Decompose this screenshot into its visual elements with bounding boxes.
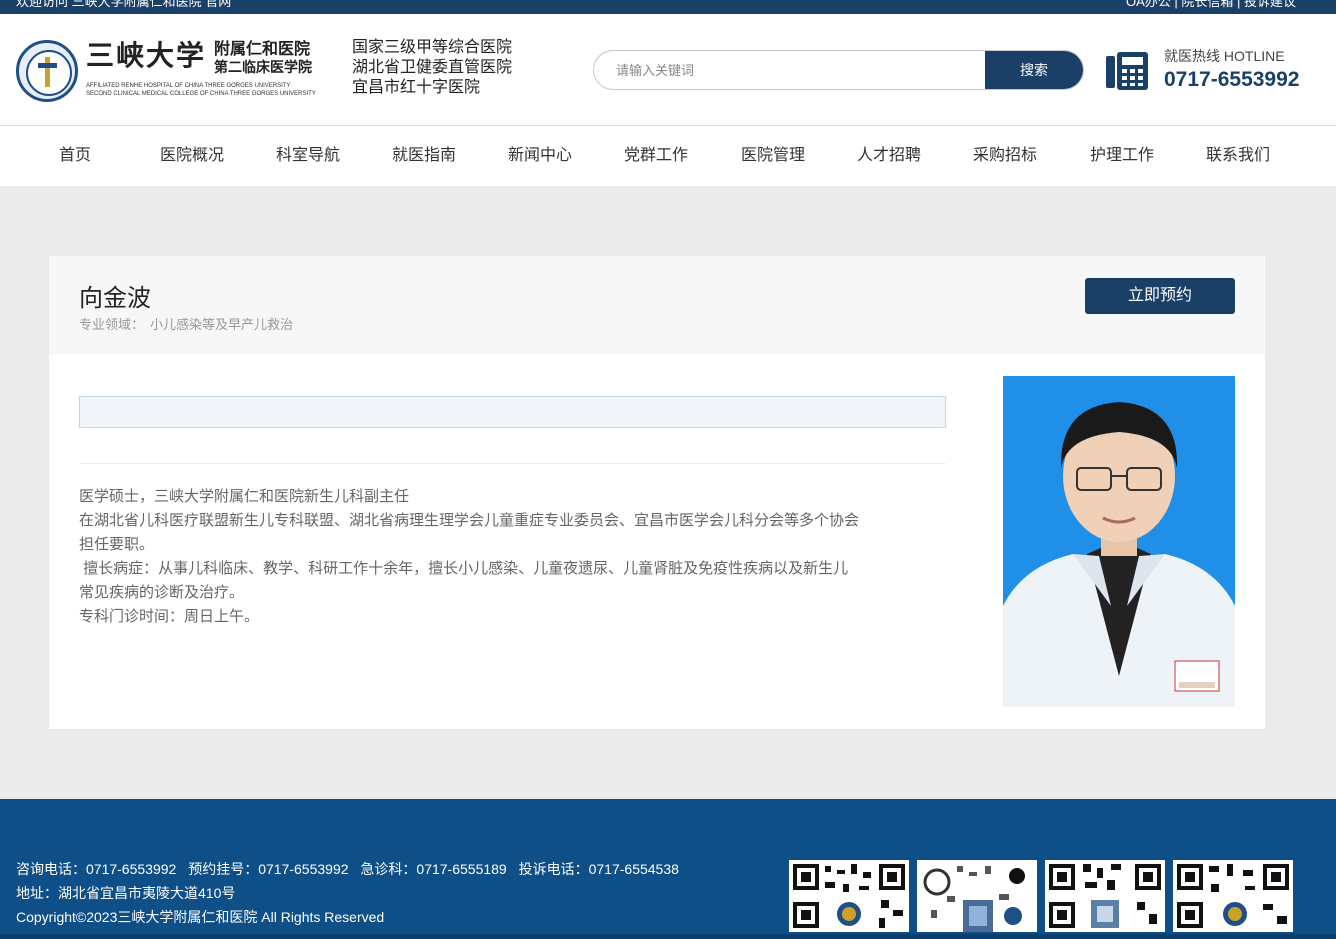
hospital-seal-icon [16, 40, 78, 102]
credential-1: 国家三级甲等综合医院 [352, 39, 513, 56]
douyin-qr-icon[interactable] [917, 860, 1037, 932]
schedule-bar [79, 396, 946, 428]
service-qr-icon[interactable] [1173, 860, 1293, 932]
bio-line: 医学硕士，三峡大学附属仁和医院新生儿科副主任 [79, 488, 410, 505]
hotline-number[interactable]: 0717-6553992 [1164, 68, 1299, 92]
appointment-phone: 预约挂号：0717-6553992 [188, 861, 349, 877]
main-nav: 首页 医院概况 科室导航 就医指南 新闻中心 党群工作 医院管理 人才招聘 采购… [0, 126, 1336, 186]
divider [79, 463, 946, 464]
hospital-credentials: 国家三级甲等综合医院 湖北省卫健委直管医院 宜昌市红十字医院 [352, 38, 512, 98]
logo-english-2: SECOND CLINICAL MEDICAL COLLEGE OF CHINA… [86, 91, 316, 97]
emergency-phone: 急诊科：0717-6555189 [360, 861, 507, 877]
doctor-photo [1003, 376, 1235, 707]
logo-subtitle: 附属仁和医院 [214, 39, 311, 58]
logo-subtitle-2: 第二临床医学院 [214, 60, 312, 76]
nav-item-news[interactable]: 新闻中心 [502, 126, 578, 186]
bio-line: 常见疾病的诊断及治疗。 [79, 584, 245, 601]
credential-3: 宜昌市红十字医院 [352, 79, 481, 96]
footer-contact: 咨询电话：0717-6553992 预约挂号：0717-6553992 急诊科：… [16, 857, 687, 929]
doctor-profile-card: 向金波 专业领域： 小儿感染等及早产儿救治 立即预约 医学硕士，三峡大学附属仁和医… [49, 256, 1265, 729]
footer-bottom-strip [0, 934, 1336, 939]
logo-english-1: AFFILIATED RENHE HOSPITAL OF CHINA THREE… [86, 83, 291, 89]
doctor-bio: 医学硕士，三峡大学附属仁和医院新生儿科副主任 在湖北省儿科医疗联盟新生儿专科联盟… [79, 485, 946, 629]
search-button[interactable]: 搜索 [985, 51, 1083, 89]
nav-item-contact[interactable]: 联系我们 [1200, 126, 1276, 186]
logo-title: 三峡大学 [86, 39, 207, 72]
complaint-phone: 投诉电话：0717-6554538 [518, 861, 679, 877]
nav-item-home[interactable]: 首页 [52, 126, 98, 186]
hospital-logo[interactable]: 三峡大学 附属仁和医院 第二临床医学院 AFFILIATED RENHE HOS… [16, 38, 346, 104]
doctor-portrait-icon [1003, 376, 1235, 707]
nav-item-departments[interactable]: 科室导航 [270, 126, 346, 186]
doctor-specialty: 专业领域： 小儿感染等及早产儿救治 [79, 314, 293, 333]
consult-phone: 咨询电话：0717-6553992 [16, 861, 177, 877]
footer-copyright: Copyright©2023三峡大学附属仁和医院 All Rights Rese… [16, 909, 385, 925]
nav-item-procurement[interactable]: 采购招标 [967, 126, 1043, 186]
credential-2: 湖北省卫健委直管医院 [352, 59, 513, 76]
wechat-qr-icon[interactable] [789, 860, 909, 932]
nav-item-recruitment[interactable]: 人才招聘 [851, 126, 927, 186]
bio-line: 担任要职。 [79, 536, 155, 553]
nav-item-management[interactable]: 医院管理 [735, 126, 811, 186]
contact-phones: 咨询电话：0717-6553992 预约挂号：0717-6553992 急诊科：… [16, 857, 687, 881]
hotline: 就医热线 HOTLINE 0717-6553992 [1106, 44, 1306, 104]
footer-address: 地址：湖北省宜昌市夷陵大道410号 [16, 885, 236, 901]
nav-item-guide[interactable]: 就医指南 [386, 126, 462, 186]
bio-line: 擅长病症：从事儿科临床、教学、科研工作十余年，擅长小儿感染、儿童夜遗尿、儿童肾脏… [79, 560, 849, 577]
search-input[interactable] [594, 51, 986, 89]
search-box: 搜索 [593, 50, 1084, 90]
site-header: 三峡大学 附属仁和医院 第二临床医学院 AFFILIATED RENHE HOS… [0, 14, 1336, 126]
top-links[interactable]: OA办公 | 院长信箱 | 投诉建议 [1126, 0, 1296, 10]
specialty-value: 小儿感染等及早产儿救治 [150, 317, 294, 332]
bio-line: 专科门诊时间：周日上午。 [79, 608, 260, 625]
bio-line: 在湖北省儿科医疗联盟新生儿专科联盟、湖北省病理生理学会儿童重症专业委员会、宜昌市… [79, 512, 860, 529]
nav-item-nursing[interactable]: 护理工作 [1084, 126, 1160, 186]
telephone-icon [1106, 52, 1148, 90]
nav-item-party[interactable]: 党群工作 [618, 126, 694, 186]
specialty-label: 专业领域： [79, 317, 145, 332]
doctor-name: 向金波 [79, 285, 151, 312]
site-footer: 咨询电话：0717-6553992 预约挂号：0717-6553992 急诊科：… [0, 799, 1336, 939]
welcome-text: 欢迎访问 三峡大学附属仁和医院 官网 [16, 0, 232, 9]
book-appointment-button[interactable]: 立即预约 [1085, 278, 1235, 314]
hotline-label: 就医热线 HOTLINE [1164, 48, 1285, 64]
top-bar: 欢迎访问 三峡大学附属仁和医院 官网 OA办公 | 院长信箱 | 投诉建议 [0, 0, 1336, 14]
nav-item-overview[interactable]: 医院概况 [154, 126, 230, 186]
app-qr-icon[interactable] [1045, 860, 1165, 932]
doctor-header: 向金波 专业领域： 小儿感染等及早产儿救治 立即预约 [49, 256, 1265, 354]
